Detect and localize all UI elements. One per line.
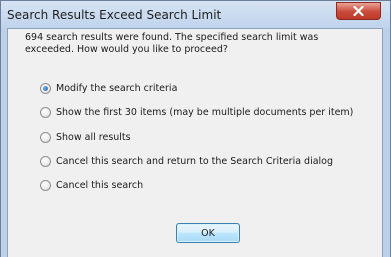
option-label: Cancel this search and return to the Sea… [56, 155, 334, 167]
radio-button[interactable] [40, 106, 51, 118]
option-modify-criteria[interactable]: Modify the search criteria [40, 81, 177, 95]
option-show-first-30[interactable]: Show the first 30 items (may be multiple… [40, 105, 353, 119]
close-button[interactable] [336, 2, 381, 20]
radio-button-selected[interactable] [40, 82, 51, 94]
close-icon [353, 6, 364, 16]
option-cancel-search[interactable]: Cancel this search [40, 178, 143, 192]
option-label: Cancel this search [56, 179, 144, 191]
radio-button[interactable] [40, 131, 51, 143]
option-label: Show the first 30 items (may be multiple… [56, 106, 354, 118]
option-label: Modify the search criteria [56, 82, 178, 94]
option-cancel-and-return[interactable]: Cancel this search and return to the Sea… [40, 154, 333, 168]
ok-button[interactable]: OK [176, 223, 240, 243]
title-bar[interactable]: Search Results Exceed Search Limit [1, 1, 390, 29]
ok-button-label: OK [201, 227, 215, 239]
option-label: Show all results [56, 131, 131, 143]
dialog-title: Search Results Exceed Search Limit [7, 8, 222, 22]
dialog-message: 694 search results were found. The speci… [25, 32, 319, 55]
radio-button[interactable] [40, 179, 51, 191]
radio-button[interactable] [40, 155, 51, 167]
option-show-all[interactable]: Show all results [40, 130, 131, 144]
